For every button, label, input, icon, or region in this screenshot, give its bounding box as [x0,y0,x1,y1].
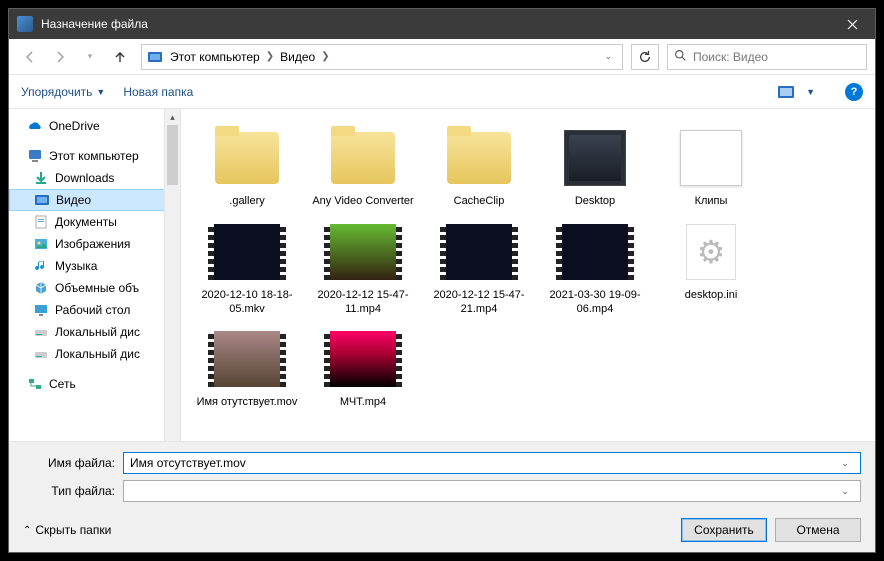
drive-icon [33,346,49,362]
chevron-up-icon: ⌃ [23,525,31,536]
gear-icon: ⚙ [686,224,736,280]
save-dialog: Назначение файла ▾ Этот компьютер ❯ Виде… [8,8,876,553]
hide-folders-link[interactable]: ⌃ Скрыть папки [23,523,111,537]
filename-dropdown-icon[interactable]: ⌄ [836,458,854,469]
dialog-body: OneDrive Этот компьютер Downloads Видео … [9,109,875,441]
sidebar-onedrive[interactable]: OneDrive [9,115,180,137]
sidebar-item-desktop[interactable]: Рабочий стол [9,299,180,321]
filename-label: Имя файла: [23,456,123,470]
address-bar[interactable]: Этот компьютер ❯ Видео ❯ ⌄ [141,44,623,70]
cancel-button[interactable]: Отмена [775,518,861,542]
organize-menu[interactable]: Упорядочить ▼ [21,85,105,99]
sidebar-item-3d[interactable]: Объемные объ [9,277,180,299]
search-input[interactable]: Поиск: Видео [667,44,867,70]
filename-input[interactable]: Имя отсутствует.mov ⌄ [123,452,861,474]
location-video-icon [146,48,164,66]
refresh-button[interactable] [631,44,659,70]
crumb-folder[interactable]: Видео [280,50,315,64]
file-list[interactable]: .gallery Any Video Converter CacheClip D… [181,109,875,441]
sidebar-item-downloads[interactable]: Downloads [9,167,180,189]
filetype-label: Тип файла: [23,484,123,498]
footer: Имя файла: Имя отсутствует.mov ⌄ Тип фай… [9,441,875,552]
sidebar-scrollbar[interactable]: ▴ [164,109,180,441]
crumb-sep-icon[interactable]: ❯ [315,51,335,62]
file-item[interactable]: 2020-12-12 15-47-21.mp4 [421,215,537,323]
pc-icon [27,148,43,164]
filetype-dropdown-icon[interactable]: ⌄ [836,486,854,497]
file-item[interactable]: 2020-12-12 15-47-11.mp4 [305,215,421,323]
sidebar-this-pc[interactable]: Этот компьютер [9,145,180,167]
file-item[interactable]: .gallery [189,121,305,215]
objects3d-icon [33,280,49,296]
new-folder-button[interactable]: Новая папка [123,85,193,99]
forward-button[interactable] [47,44,73,70]
file-item[interactable]: 2020-12-10 18-18-05.mkv [189,215,305,323]
up-button[interactable] [107,44,133,70]
downloads-icon [33,170,49,186]
sidebar-item-video[interactable]: Видео [9,189,180,211]
scroll-up-icon[interactable]: ▴ [165,109,180,125]
nav-bar: ▾ Этот компьютер ❯ Видео ❯ ⌄ Поиск: Виде [9,39,875,75]
sidebar-network[interactable]: Сеть [9,373,180,395]
documents-icon [33,214,49,230]
drive-icon [33,324,49,340]
chevron-down-icon: ▼ [96,87,105,97]
sidebar-item-disk-1[interactable]: Локальный дис [9,321,180,343]
file-item[interactable]: ⚙desktop.ini [653,215,769,323]
desktop-icon [33,302,49,318]
file-item[interactable]: Any Video Converter [305,121,421,215]
back-button[interactable] [17,44,43,70]
file-item[interactable]: Имя отутствует.mov [189,322,305,416]
crumb-root[interactable]: Этот компьютер [170,50,260,64]
file-item[interactable]: 2021-03-30 19-09-06.mp4 [537,215,653,323]
window-title: Назначение файла [41,17,148,31]
titlebar: Назначение файла [9,9,875,39]
file-item[interactable]: Desktop [537,121,653,215]
toolbar: Упорядочить ▼ Новая папка ▼ ? [9,75,875,109]
file-item[interactable]: МЧТ.mp4 [305,322,421,416]
pictures-icon [33,236,49,252]
save-button[interactable]: Сохранить [681,518,767,542]
app-icon [17,16,33,32]
sidebar-item-pictures[interactable]: Изображения [9,233,180,255]
close-button[interactable] [829,9,875,39]
sidebar: OneDrive Этот компьютер Downloads Видео … [9,109,181,441]
music-icon [33,258,49,274]
file-item[interactable]: Клипы [653,121,769,215]
file-item[interactable]: CacheClip [421,121,537,215]
network-icon [27,376,43,392]
sidebar-item-disk-2[interactable]: Локальный дис [9,343,180,365]
onedrive-icon [27,118,43,134]
address-dropdown-icon[interactable]: ⌄ [598,51,618,62]
sidebar-item-music[interactable]: Музыка [9,255,180,277]
search-placeholder: Поиск: Видео [693,50,768,64]
video-icon [34,192,50,208]
recent-dropdown[interactable]: ▾ [77,44,103,70]
scroll-thumb[interactable] [167,125,178,185]
crumb-sep-icon[interactable]: ❯ [260,51,280,62]
view-options[interactable]: ▼ [778,84,815,100]
sidebar-item-documents[interactable]: Документы [9,211,180,233]
filetype-select[interactable]: ⌄ [123,480,861,502]
search-icon [674,49,687,65]
help-button[interactable]: ? [845,83,863,101]
